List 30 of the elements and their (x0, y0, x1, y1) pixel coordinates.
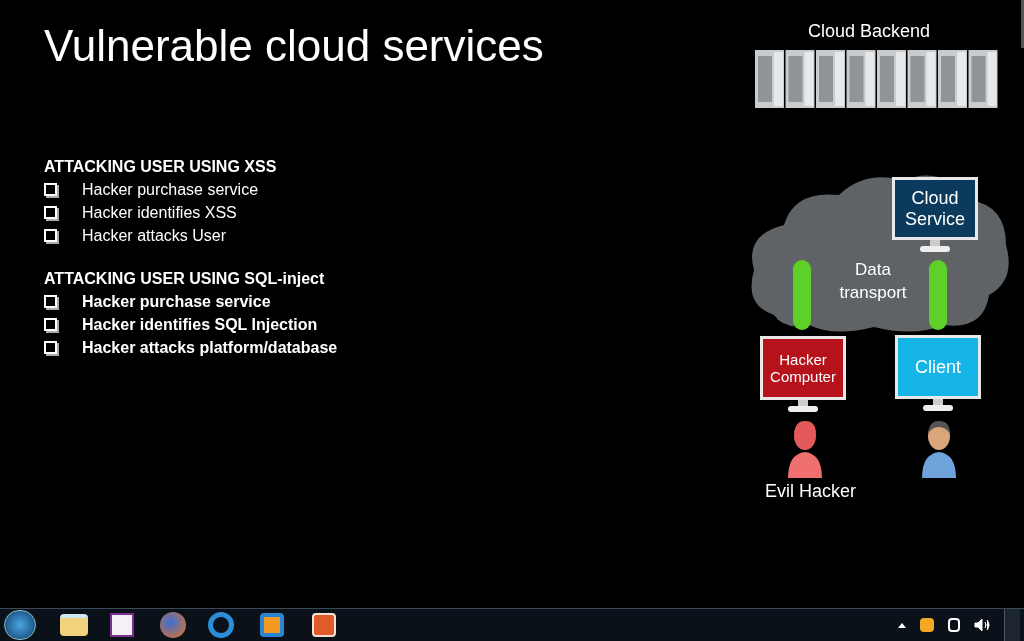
speaker-icon[interactable] (974, 618, 990, 632)
checkbox-bullet-icon (44, 341, 57, 354)
monitor-label: Hacker Computer (769, 350, 837, 386)
backend-label: Cloud Backend (808, 20, 931, 43)
cloud-label: Data transport (838, 259, 908, 304)
monitor-label: Cloud Service (904, 187, 966, 230)
checkbox-bullet-icon (44, 295, 57, 308)
tray-expand-icon[interactable] (898, 622, 906, 628)
monitor-label: Client (915, 356, 961, 378)
section-heading: ATTACKING USER USING SQL-inject (44, 269, 326, 289)
data-pipe-icon (929, 260, 947, 330)
checkbox-bullet-icon (44, 318, 57, 331)
list-item-text: Hacker attacks User (82, 226, 227, 246)
checkbox-bullet-icon (44, 183, 57, 196)
list-item-text: Hacker identifies XSS (82, 203, 237, 223)
list-item-text: Hacker purchase service (82, 180, 259, 200)
person-icon (786, 418, 824, 478)
slide-title: Vulnerable cloud services (44, 20, 545, 72)
person-icon (920, 418, 958, 478)
list-item-text: Hacker attacks platform/database (82, 338, 338, 358)
data-pipe-icon (793, 260, 811, 330)
list-item-text: Hacker purchase service (82, 292, 271, 312)
start-button[interactable] (4, 610, 36, 640)
person-label: Evil Hacker (765, 480, 857, 503)
list-item-text: Hacker identifies SQL Injection (82, 315, 318, 335)
checkbox-bullet-icon (44, 229, 57, 242)
checkbox-bullet-icon (44, 206, 57, 219)
tray-app-icon[interactable] (920, 618, 934, 632)
section-heading: ATTACKING USER USING XSS (44, 157, 278, 177)
app-window-icon[interactable] (260, 613, 284, 637)
